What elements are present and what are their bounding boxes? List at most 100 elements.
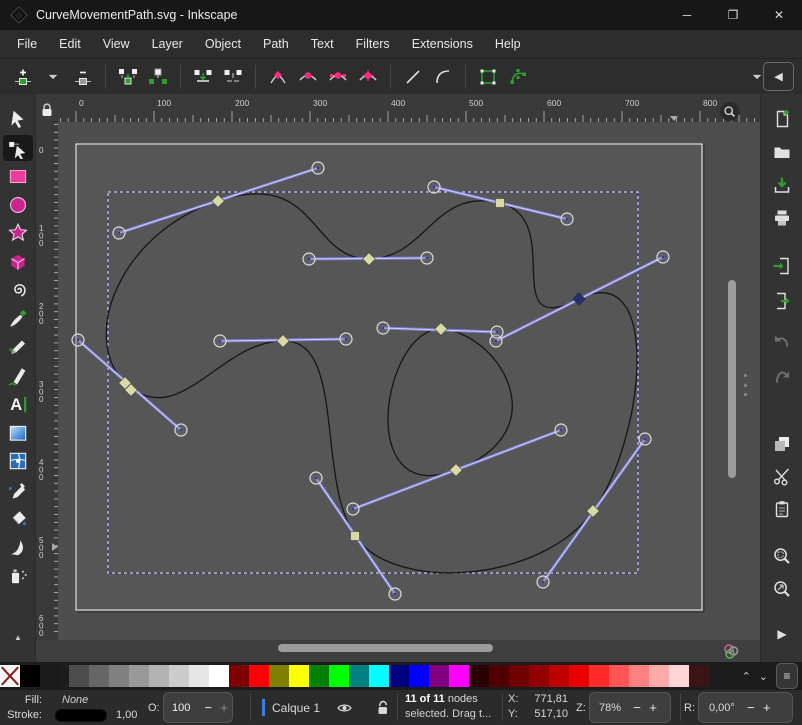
- new-document-button[interactable]: [770, 107, 794, 131]
- corner-node-button[interactable]: [263, 63, 293, 91]
- palette-swatch[interactable]: [40, 665, 60, 687]
- object-to-path-button[interactable]: [473, 63, 503, 91]
- tool-pencil[interactable]: [3, 334, 33, 360]
- palette-swatch[interactable]: [629, 665, 649, 687]
- menu-filters[interactable]: Filters: [345, 32, 401, 56]
- tool-ellipse[interactable]: [3, 192, 33, 218]
- tool-tweak[interactable]: [3, 534, 33, 560]
- quick-zoom-icon[interactable]: [720, 102, 739, 121]
- palette-swatch[interactable]: [569, 665, 589, 687]
- symmetric-node-button[interactable]: [323, 63, 353, 91]
- tool-text[interactable]: A: [3, 391, 33, 417]
- palette-swatch[interactable]: [489, 665, 509, 687]
- horizontal-ruler[interactable]: 0100200300400500600700800: [36, 94, 760, 122]
- smooth-node-button[interactable]: [293, 63, 323, 91]
- menu-edit[interactable]: Edit: [48, 32, 92, 56]
- palette-swatch[interactable]: [169, 665, 189, 687]
- path-node[interactable]: [496, 199, 505, 208]
- palette-swatch[interactable]: [269, 665, 289, 687]
- palette-swatch[interactable]: [20, 665, 40, 687]
- opacity-field[interactable]: 100 − +: [163, 692, 233, 723]
- dock-resize-grip[interactable]: [744, 374, 748, 396]
- menu-layer[interactable]: Layer: [141, 32, 194, 56]
- palette-scroll-up-icon[interactable]: ⌃: [742, 670, 751, 683]
- zoom-increase-button[interactable]: +: [645, 700, 661, 715]
- palette-swatch[interactable]: [349, 665, 369, 687]
- close-button[interactable]: ✕: [756, 0, 802, 30]
- opacity-increase-button[interactable]: +: [216, 700, 232, 715]
- palette-swatch[interactable]: [529, 665, 549, 687]
- tool-dropper[interactable]: [3, 477, 33, 503]
- palette-swatch[interactable]: [469, 665, 489, 687]
- zoom-selection-button[interactable]: [770, 544, 794, 568]
- tool-spray[interactable]: [3, 562, 33, 588]
- delete-segment-button[interactable]: [218, 63, 248, 91]
- drawing-canvas[interactable]: [58, 122, 760, 640]
- rotation-increase-button[interactable]: +: [759, 700, 775, 715]
- tool-calligraphy[interactable]: [3, 363, 33, 389]
- palette-swatch[interactable]: [649, 665, 669, 687]
- menu-text[interactable]: Text: [300, 32, 345, 56]
- palette-swatch[interactable]: [149, 665, 169, 687]
- menu-help[interactable]: Help: [484, 32, 532, 56]
- tool-spiral[interactable]: [3, 277, 33, 303]
- curve-segment-button[interactable]: [428, 63, 458, 91]
- maximize-button[interactable]: ❐: [710, 0, 756, 30]
- join-nodes-button[interactable]: [113, 63, 143, 91]
- layer-lock-icon[interactable]: [375, 699, 390, 716]
- zoom-decrease-button[interactable]: −: [629, 700, 645, 715]
- paste-button[interactable]: [770, 497, 794, 521]
- layer-visibility-eye-icon[interactable]: [336, 700, 353, 716]
- tool-star[interactable]: [3, 220, 33, 246]
- tool-mesh-gradient[interactable]: [3, 448, 33, 474]
- palette-swatch[interactable]: [69, 665, 89, 687]
- node-menu-arrow-button[interactable]: [38, 63, 68, 91]
- horizontal-scrollbar[interactable]: [278, 644, 493, 652]
- dock-collapse-button[interactable]: ◀: [763, 62, 794, 91]
- tool-rectangle[interactable]: [3, 163, 33, 189]
- open-button[interactable]: [770, 140, 794, 164]
- palette-none-swatch[interactable]: [0, 665, 20, 687]
- palette-swatch[interactable]: [189, 665, 209, 687]
- export-button[interactable]: [770, 289, 794, 313]
- palette-swatch[interactable]: [449, 665, 469, 687]
- save-button[interactable]: [770, 173, 794, 197]
- auto-node-button[interactable]: [353, 63, 383, 91]
- tool-pen[interactable]: [3, 306, 33, 332]
- join-segment-button[interactable]: [188, 63, 218, 91]
- palette-swatch[interactable]: [549, 665, 569, 687]
- undo-button[interactable]: [770, 330, 794, 354]
- palette-menu-button[interactable]: ≡: [776, 663, 798, 689]
- palette-swatch[interactable]: [669, 665, 689, 687]
- zoom-field[interactable]: 78% − +: [589, 692, 671, 723]
- palette-swatch[interactable]: [509, 665, 529, 687]
- opacity-value[interactable]: 100: [172, 702, 190, 714]
- break-nodes-button[interactable]: [143, 63, 173, 91]
- tool-selector[interactable]: [3, 106, 33, 132]
- rotation-field[interactable]: 0,00° − +: [698, 692, 793, 723]
- palette-swatch[interactable]: [609, 665, 629, 687]
- palette-swatch[interactable]: [689, 665, 709, 687]
- rotation-value[interactable]: 0,00°: [709, 702, 735, 714]
- menu-extensions[interactable]: Extensions: [401, 32, 484, 56]
- tool-gradient[interactable]: [3, 420, 33, 446]
- zoom-drawing-button[interactable]: [770, 577, 794, 601]
- palette-swatch[interactable]: [309, 665, 329, 687]
- palette-swatch[interactable]: [589, 665, 609, 687]
- palette-swatch[interactable]: [229, 665, 249, 687]
- minimize-button[interactable]: ─: [664, 0, 710, 30]
- palette-scroll-down-icon[interactable]: ⌄: [759, 670, 768, 683]
- print-button[interactable]: [770, 206, 794, 230]
- stroke-color-swatch[interactable]: [55, 709, 107, 722]
- menu-view[interactable]: View: [92, 32, 141, 56]
- cut-button[interactable]: [770, 464, 794, 488]
- menu-file[interactable]: File: [6, 32, 48, 56]
- rotation-decrease-button[interactable]: −: [743, 700, 759, 715]
- path-node[interactable]: [351, 532, 360, 541]
- palette-swatch[interactable]: [289, 665, 309, 687]
- fill-value[interactable]: None: [62, 694, 88, 706]
- palette-swatch[interactable]: [209, 665, 229, 687]
- opacity-decrease-button[interactable]: −: [200, 700, 216, 715]
- stroke-to-path-button[interactable]: [503, 63, 533, 91]
- vertical-scrollbar[interactable]: [728, 280, 736, 478]
